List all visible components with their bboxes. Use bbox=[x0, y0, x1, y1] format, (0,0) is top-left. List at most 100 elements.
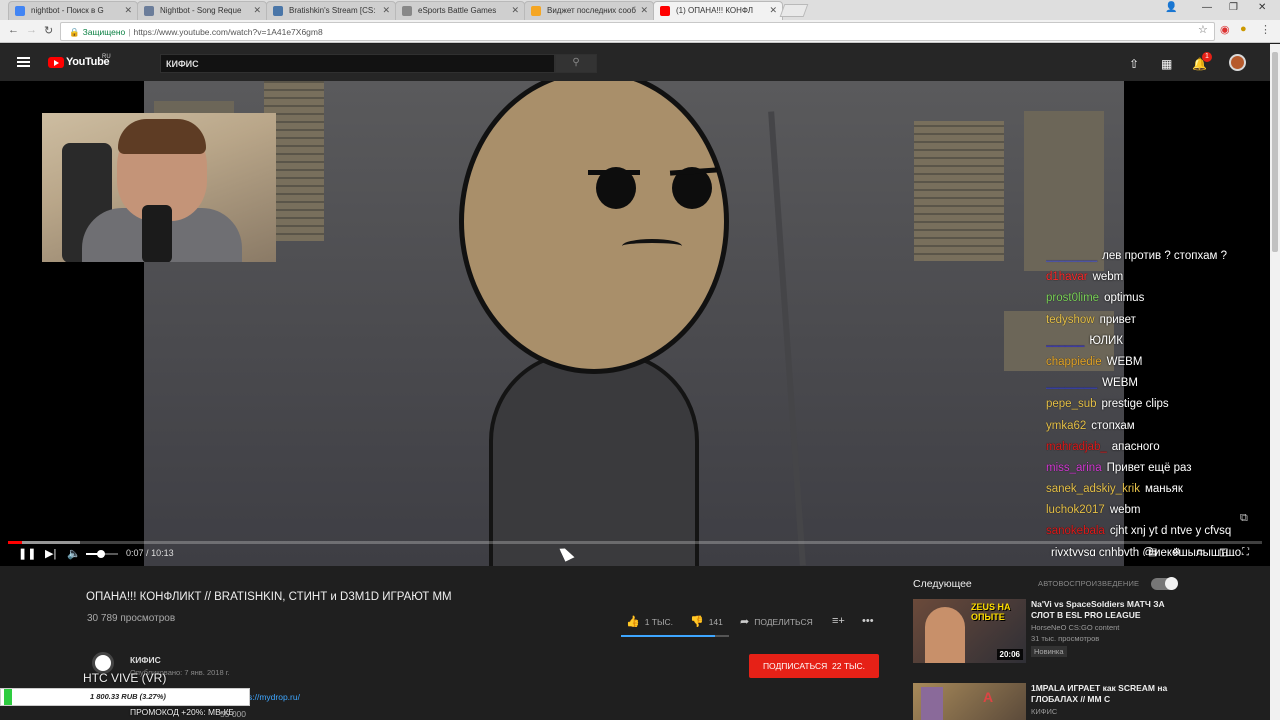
next-button[interactable]: ▶| bbox=[45, 547, 56, 560]
miniplayer-button[interactable]: ▭ bbox=[1196, 547, 1205, 558]
tab-favicon-icon bbox=[15, 6, 25, 16]
tab-label: eSports Battle Games bbox=[418, 6, 497, 15]
chat-username: pepe_sub bbox=[1046, 398, 1097, 411]
close-window-icon[interactable]: ✕ bbox=[1258, 2, 1266, 13]
tab-label: Bratishkin's Stream [CS: bbox=[289, 6, 376, 15]
address-bar[interactable]: 🔒 Защищено | https://www.youtube.com/watch?… bbox=[60, 22, 1215, 41]
thumbnail-caption: ZEUS НА ОПЫТЕ bbox=[971, 602, 1011, 622]
recommended-title[interactable]: 1MPALA ИГРАЕТ как SCREAM на ГЛОБАЛАХ // … bbox=[1031, 683, 1171, 705]
profile-icon[interactable]: 👤 bbox=[1165, 2, 1177, 13]
search-icon: ⚲ bbox=[572, 57, 580, 68]
new-tab-button[interactable] bbox=[779, 4, 809, 17]
chat-text: апасного bbox=[1111, 440, 1160, 453]
chat-text: маньяк bbox=[1144, 483, 1183, 496]
chrome-menu-icon[interactable]: ⋮ bbox=[1260, 23, 1271, 36]
recommended-title[interactable]: Na'Vi vs SpaceSoldiers МАТЧ ЗА СЛОТ В ES… bbox=[1031, 599, 1171, 621]
reload-icon[interactable]: ↻ bbox=[44, 24, 53, 37]
chat-message: miss_arina Привет ещё раз bbox=[1046, 458, 1270, 479]
extension-icon-2[interactable]: ● bbox=[1240, 23, 1247, 35]
chat-message: pepe_sub prestige clips bbox=[1046, 394, 1270, 415]
browser-tab[interactable]: Nightbot - Song Reque ✕ bbox=[137, 1, 267, 20]
character-mouth bbox=[622, 239, 682, 253]
youtube-logo-icon[interactable] bbox=[48, 57, 64, 68]
url-text: https://www.youtube.com/watch?v=1A41e7X6… bbox=[133, 27, 323, 37]
chat-username: chappiedie bbox=[1046, 355, 1102, 368]
chat-username: ymka62 bbox=[1046, 419, 1087, 432]
maximize-icon[interactable]: ❐ bbox=[1229, 2, 1238, 13]
minimize-icon[interactable]: — bbox=[1202, 2, 1212, 13]
hamburger-menu-icon[interactable] bbox=[17, 57, 30, 67]
subtitles-button[interactable]: ▤ bbox=[1148, 547, 1157, 558]
scrollbar-thumb[interactable] bbox=[1272, 52, 1278, 252]
browser-tab[interactable]: (1) ОПАНА!!! КОНФЛ ✕ bbox=[653, 1, 783, 20]
new-badge: Новинка bbox=[1031, 646, 1067, 657]
subscribe-label: ПОДПИСАТЬСЯ bbox=[762, 661, 828, 671]
video-frame[interactable] bbox=[144, 81, 1124, 566]
chat-text: webm bbox=[1092, 271, 1124, 284]
lamp-pole bbox=[768, 111, 806, 566]
more-actions-button[interactable]: ••• bbox=[862, 615, 879, 627]
time-display: 0:07 / 10:13 bbox=[126, 548, 174, 558]
browser-tab[interactable]: Bratishkin's Stream [CS: ✕ bbox=[266, 1, 396, 20]
recommended-video[interactable]: A 1MPALA ИГРАЕТ как SCREAM на ГЛОБАЛАХ /… bbox=[913, 683, 1173, 720]
cast-button[interactable]: ◲ bbox=[1219, 547, 1228, 558]
more-icon: ••• bbox=[862, 615, 874, 627]
channel-name[interactable]: КИФИС bbox=[130, 655, 161, 665]
donation-goal-label: HTC VIVE (VR) bbox=[83, 671, 167, 685]
chat-username: prost0lime bbox=[1046, 292, 1100, 305]
extension-icon[interactable]: ◉ bbox=[1220, 23, 1230, 36]
autoplay-label: АВТОВОСПРОИЗВЕДЕНИЕ bbox=[1038, 579, 1140, 588]
annotation-icon[interactable]: ⧉ bbox=[1240, 512, 1248, 525]
autoplay-toggle-knob[interactable] bbox=[1165, 577, 1178, 590]
promo-value: 55 000 bbox=[220, 709, 246, 719]
chat-text: привет bbox=[1099, 313, 1136, 326]
chat-username: ________ bbox=[1046, 250, 1098, 262]
browser-tab[interactable]: eSports Battle Games ✕ bbox=[395, 1, 525, 20]
tab-close-icon[interactable]: ✕ bbox=[124, 5, 132, 16]
search-button[interactable]: ⚲ bbox=[555, 54, 597, 73]
progress-bar[interactable] bbox=[8, 541, 1262, 544]
upload-icon[interactable]: ⇧ bbox=[1129, 57, 1139, 71]
settings-button[interactable]: ⚙ bbox=[1172, 547, 1181, 558]
browser-tab[interactable]: nightbot - Поиск в G ✕ bbox=[8, 1, 138, 20]
chat-message: chappiedie WEBM bbox=[1046, 352, 1270, 373]
browser-tab[interactable]: Виджет последних сооб ✕ bbox=[524, 1, 654, 20]
description-link[interactable]: s://mydrop.ru/ bbox=[248, 692, 300, 702]
add-to-playlist-button[interactable]: ≡+ bbox=[832, 615, 850, 627]
thumbnail-letter: A bbox=[983, 689, 994, 705]
chat-text: стопхам bbox=[1091, 419, 1135, 432]
tab-close-icon[interactable]: ✕ bbox=[253, 5, 261, 16]
video-thumbnail[interactable]: ZEUS НА ОПЫТЕ 20:06 bbox=[913, 599, 1026, 663]
playlist-add-icon: ≡+ bbox=[832, 615, 845, 627]
chat-username: sanokebala bbox=[1046, 525, 1105, 538]
fullscreen-button[interactable]: ⛶ bbox=[1242, 547, 1249, 558]
video-thumbnail[interactable]: A bbox=[913, 683, 1026, 720]
bookmark-star-icon[interactable]: ☆ bbox=[1198, 23, 1208, 36]
chat-message: ________ лев против ? стопхам ? bbox=[1046, 246, 1270, 267]
fullscreen-icon: ⛶ bbox=[1242, 547, 1249, 558]
back-icon[interactable]: ← bbox=[8, 24, 19, 36]
tab-close-icon[interactable]: ✕ bbox=[640, 5, 648, 16]
tab-close-icon[interactable]: ✕ bbox=[769, 5, 777, 16]
pause-button[interactable]: ❚❚ bbox=[18, 547, 36, 560]
chat-text: лев против ? стопхам ? bbox=[1102, 250, 1227, 262]
share-icon: ➦ bbox=[740, 616, 750, 628]
forward-icon[interactable]: → bbox=[26, 24, 37, 36]
dislike-button[interactable]: 👎 141 bbox=[690, 615, 723, 628]
search-input[interactable]: КИФИС bbox=[160, 54, 555, 73]
share-button[interactable]: ➦ ПОДЕЛИТЬСЯ bbox=[740, 615, 813, 628]
tab-label: Nightbot - Song Reque bbox=[160, 6, 242, 15]
tab-close-icon[interactable]: ✕ bbox=[511, 5, 519, 16]
time-current: 0:07 bbox=[126, 548, 144, 558]
mute-button[interactable]: 🔈 bbox=[67, 547, 81, 560]
apps-grid-icon[interactable]: ▦ bbox=[1161, 57, 1172, 71]
account-avatar[interactable] bbox=[1229, 54, 1246, 71]
recommended-video[interactable]: ZEUS НА ОПЫТЕ 20:06 Na'Vi vs SpaceSoldie… bbox=[913, 599, 1173, 663]
like-button[interactable]: 👍 1 ТЫС. bbox=[626, 615, 673, 628]
share-label: ПОДЕЛИТЬСЯ bbox=[754, 617, 813, 627]
video-duration: 20:06 bbox=[996, 649, 1023, 660]
subscribe-button[interactable]: ПОДПИСАТЬСЯ 22 ТЫС. bbox=[749, 654, 879, 678]
volume-knob[interactable] bbox=[97, 550, 105, 558]
chat-message: luchok2017 webm bbox=[1046, 500, 1270, 521]
tab-close-icon[interactable]: ✕ bbox=[382, 5, 390, 16]
